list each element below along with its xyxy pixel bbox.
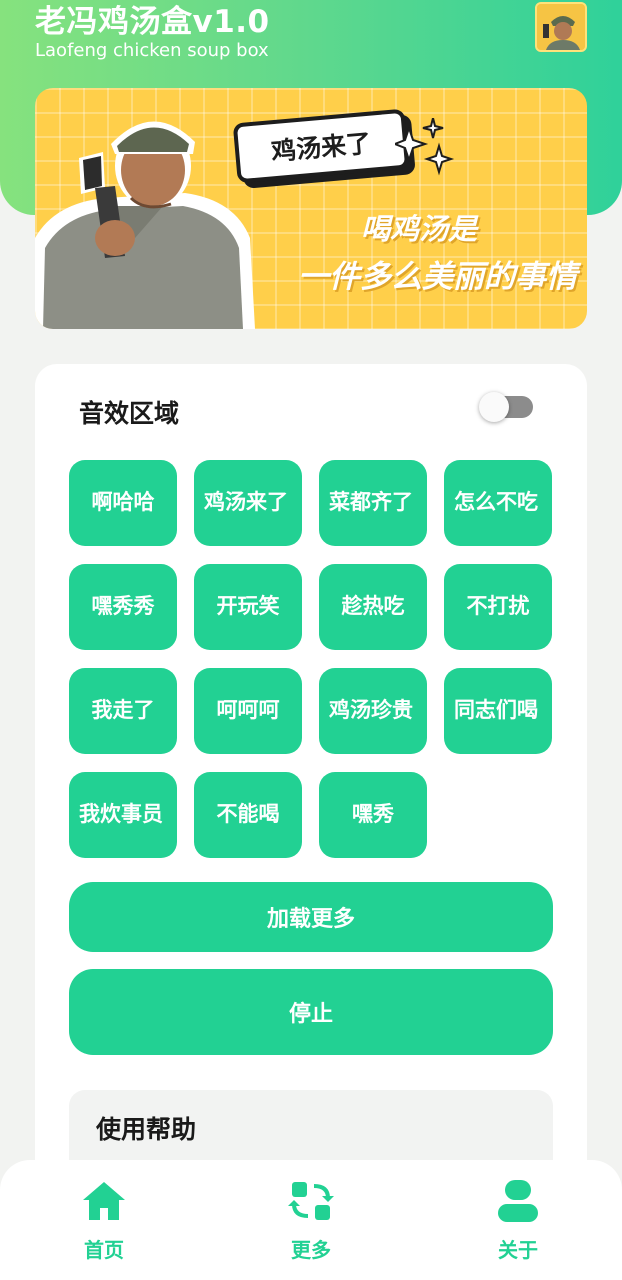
sound-button[interactable]: 我走了 [69, 668, 177, 754]
sound-button[interactable]: 嘿秀秀 [69, 564, 177, 650]
sound-button[interactable]: 菜都齐了 [319, 460, 427, 546]
app-subtitle: Laofeng chicken soup box [35, 40, 269, 61]
tab-home[interactable]: 首页 [44, 1178, 164, 1268]
toggle-knob [479, 392, 509, 422]
avatar[interactable] [535, 2, 587, 52]
sparkle-icon [395, 118, 455, 176]
tab-about[interactable]: 关于 [458, 1178, 578, 1268]
sound-section-title: 音效区域 [79, 399, 180, 428]
soldier-illustration [35, 121, 255, 329]
tab-more-label: 更多 [291, 1238, 331, 1262]
tab-more[interactable]: 更多 [251, 1178, 371, 1268]
sound-button[interactable]: 不能喝 [194, 772, 302, 858]
sound-button[interactable]: 嘿秀 [319, 772, 427, 858]
sound-button[interactable]: 趁热吃 [319, 564, 427, 650]
home-icon [83, 1182, 125, 1220]
swap-icon [288, 1182, 334, 1220]
sound-button[interactable]: 鸡汤珍贵 [319, 668, 427, 754]
banner[interactable]: 鸡汤来了 喝鸡汤是 一件多么美丽的事情 [35, 88, 587, 329]
sound-button[interactable]: 不打扰 [444, 564, 552, 650]
sound-button[interactable]: 啊哈哈 [69, 460, 177, 546]
load-more-button[interactable]: 加载更多 [69, 882, 553, 952]
banner-slogan-line2: 一件多么美丽的事情 [298, 259, 577, 295]
sound-button-grid: 啊哈哈 鸡汤来了 菜都齐了 怎么不吃 嘿秀秀 开玩笑 趁热吃 不打扰 我走了 呵… [69, 460, 553, 858]
sound-button[interactable]: 呵呵呵 [194, 668, 302, 754]
sound-card: 音效区域 啊哈哈 鸡汤来了 菜都齐了 怎么不吃 嘿秀秀 开玩笑 趁热吃 不打扰 … [35, 364, 587, 1280]
app-title: 老冯鸡汤盒v1.0 [35, 4, 270, 40]
user-icon [498, 1180, 538, 1222]
sound-button[interactable]: 开玩笑 [194, 564, 302, 650]
sound-button[interactable]: 怎么不吃 [444, 460, 552, 546]
tab-about-label: 关于 [498, 1238, 538, 1262]
sound-button[interactable]: 我炊事员 [69, 772, 177, 858]
sound-button[interactable]: 同志们喝 [444, 668, 552, 754]
sound-toggle[interactable] [479, 392, 533, 422]
stop-button[interactable]: 停止 [69, 969, 553, 1055]
banner-slogan-line1: 喝鸡汤是 [360, 212, 477, 246]
bottom-tab-bar: 首页 更多 关于 [0, 1160, 622, 1280]
sound-button[interactable]: 鸡汤来了 [194, 460, 302, 546]
help-title: 使用帮助 [96, 1115, 197, 1144]
avatar-portrait-icon [537, 4, 585, 50]
tab-home-label: 首页 [84, 1238, 124, 1262]
